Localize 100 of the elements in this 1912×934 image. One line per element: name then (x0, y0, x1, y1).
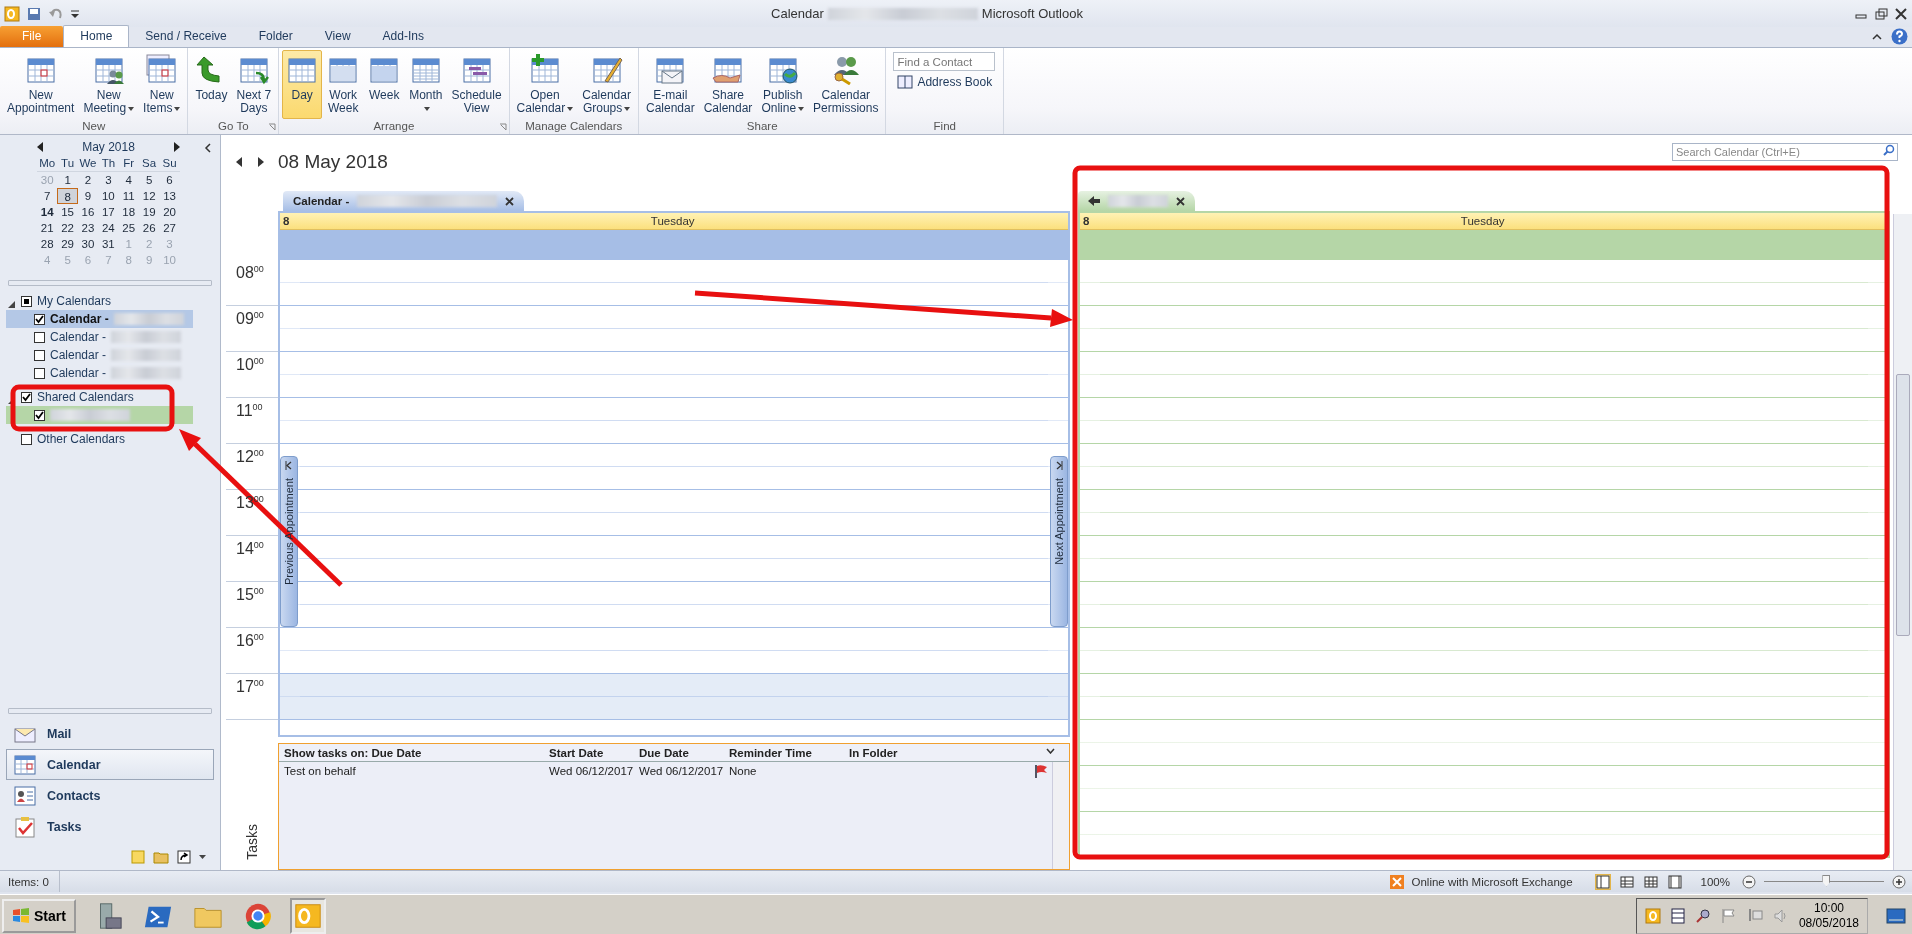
calendar-item[interactable]: Calendar - (6, 310, 193, 328)
collapse-pane-icon[interactable] (204, 143, 212, 153)
ribbon-button[interactable]: New Appointment (3, 50, 79, 119)
taskbar-app[interactable] (289, 898, 326, 934)
calendar-day[interactable]: 6 (159, 172, 180, 188)
view-button[interactable] (1594, 873, 1611, 890)
calendar-day[interactable]: 4 (118, 172, 139, 188)
calendar-day[interactable]: 26 (138, 220, 160, 236)
previous-appointment-tab[interactable]: Previous Appointment (280, 456, 298, 627)
calendar-day[interactable]: 23 (77, 220, 99, 236)
zoom-out-icon[interactable] (1742, 874, 1756, 889)
column-header[interactable]: Due Date (639, 746, 729, 759)
navigation-button[interactable]: Calendar (6, 749, 214, 780)
calendar-day[interactable]: 22 (57, 220, 78, 236)
ribbon-button[interactable]: Calendar Groups (578, 50, 635, 119)
navigation-button[interactable]: Mail (6, 718, 214, 749)
column-header[interactable]: Show tasks on: Due Date (284, 746, 549, 759)
calendar-day[interactable]: 9 (77, 188, 99, 204)
calendar-day[interactable]: 28 (37, 236, 58, 252)
address-book-button[interactable]: Address Book (893, 75, 997, 89)
column-header[interactable]: Reminder Time (729, 746, 849, 759)
checkbox[interactable] (21, 433, 32, 445)
calendar-item[interactable]: Calendar - (6, 346, 193, 364)
zoom-in-icon[interactable] (1892, 874, 1906, 889)
ribbon-button[interactable]: Work Week (323, 50, 364, 119)
calendar-day[interactable]: 13 (159, 188, 180, 204)
checkbox[interactable] (21, 295, 32, 307)
shortcut-icon[interactable] (177, 850, 191, 864)
next-month-icon[interactable] (173, 142, 180, 152)
calendar-day[interactable]: 29 (57, 236, 78, 252)
view-button[interactable] (1666, 873, 1683, 890)
ribbon-button[interactable]: Publish Online (757, 50, 809, 119)
calendar-day[interactable]: 19 (138, 204, 160, 220)
previous-day-icon[interactable] (236, 156, 243, 167)
calendar-day[interactable]: 25 (118, 220, 139, 236)
calendar-day[interactable]: 21 (37, 220, 58, 236)
ribbon-tab[interactable]: Add-Ins (366, 26, 440, 47)
calendar-day[interactable]: 24 (98, 220, 119, 236)
group-label[interactable]: Shared Calendars (37, 390, 134, 404)
calendar-day[interactable]: 17 (98, 204, 119, 220)
calendar-tab[interactable] (1078, 191, 1195, 211)
view-button[interactable] (1618, 873, 1635, 890)
calendar-day[interactable]: 7 (37, 188, 58, 204)
ribbon-button[interactable]: Next 7 Days (232, 50, 276, 119)
group-label[interactable]: Other Calendars (37, 432, 126, 446)
calendar-day[interactable]: 31 (98, 236, 119, 252)
view-button[interactable] (1642, 873, 1659, 890)
ribbon-button[interactable]: New Meeting (79, 50, 139, 119)
calendar-day[interactable]: 15 (57, 204, 78, 220)
column-header[interactable]: In Folder (849, 746, 1069, 759)
calendar-day[interactable]: 18 (118, 204, 139, 220)
previous-month-icon[interactable] (37, 142, 44, 152)
ribbon-button[interactable]: E-mail Calendar (641, 50, 699, 119)
checkbox[interactable] (34, 313, 45, 325)
search-field[interactable]: Search Calendar (Ctrl+E) (1672, 142, 1898, 161)
navigation-button[interactable]: Tasks (6, 811, 214, 842)
calendar-day[interactable]: 3 (98, 172, 119, 188)
calendar-day[interactable]: 30 (77, 236, 99, 252)
left-arrow-icon[interactable] (1088, 196, 1100, 206)
group-label[interactable]: My Calendars (37, 294, 112, 308)
restore-icon[interactable] (1874, 6, 1888, 21)
next-appointment-tab[interactable]: Next Appointment (1050, 456, 1068, 627)
ribbon-button[interactable]: Share Calendar (699, 50, 757, 119)
ribbon-button[interactable]: Week (364, 50, 405, 119)
chevron-down-icon[interactable] (1046, 748, 1055, 754)
calendar-day[interactable]: 20 (159, 204, 180, 220)
close-icon[interactable] (505, 196, 515, 206)
outlook-icon[interactable] (4, 5, 20, 22)
start-button[interactable]: Start (2, 899, 76, 933)
calendar-tab[interactable]: Calendar - (283, 191, 525, 211)
calendar-day[interactable]: 11 (118, 188, 139, 204)
cabinet-icon[interactable] (1670, 908, 1685, 924)
calendar-item[interactable]: Calendar - (6, 328, 193, 346)
help-icon[interactable] (1891, 28, 1908, 45)
ribbon-button[interactable]: Today (191, 50, 232, 119)
calendar-item[interactable]: Calendar - (6, 364, 193, 382)
calendar-day[interactable]: 8 (57, 188, 78, 204)
calendar-day[interactable]: 5 (138, 172, 160, 188)
next-day-icon[interactable] (257, 156, 264, 167)
configure-icon[interactable] (199, 855, 206, 859)
ribbon-button[interactable]: Day (282, 50, 323, 119)
ribbon-tab[interactable]: Send / Receive (129, 26, 243, 47)
checkbox[interactable] (34, 367, 45, 379)
expanded-icon[interactable] (8, 301, 15, 308)
calendar-item[interactable] (6, 406, 193, 424)
ribbon-button[interactable]: New Items (139, 50, 185, 119)
calendar-day[interactable]: 10 (98, 188, 119, 204)
ribbon-button[interactable]: Month (405, 50, 447, 119)
ribbon-button[interactable]: Calendar Permissions (809, 50, 883, 119)
close-icon[interactable] (1894, 6, 1908, 21)
ribbon-tab[interactable]: View (308, 26, 367, 47)
save-icon[interactable] (26, 5, 42, 22)
dialog-launcher-icon[interactable] (268, 123, 277, 131)
column-header[interactable]: Start Date (549, 746, 639, 759)
flag-icon[interactable] (1720, 908, 1737, 924)
show-desktop-icon[interactable] (1886, 908, 1906, 924)
checkbox[interactable] (34, 331, 45, 343)
calendar-day[interactable]: 2 (77, 172, 99, 188)
network-icon[interactable] (1746, 908, 1763, 924)
checkbox[interactable] (34, 409, 45, 421)
